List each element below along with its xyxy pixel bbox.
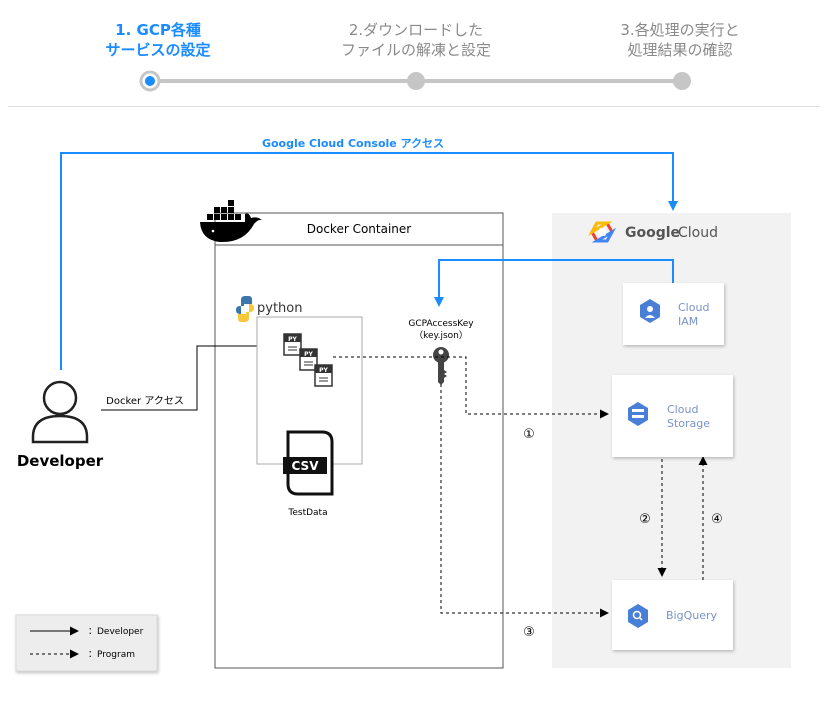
csv-file-icon: CSV	[283, 430, 334, 496]
python-label: python	[257, 301, 302, 316]
google-label: Google	[625, 225, 680, 241]
developer-label: Developer	[17, 452, 104, 470]
cloud-label: Cloud	[678, 225, 718, 241]
docker-access-label: Docker アクセス	[106, 395, 184, 407]
developer-person-icon	[31, 380, 89, 444]
svg-text:PY: PY	[288, 336, 297, 343]
key-json-label: （key.json）	[414, 330, 468, 341]
svg-text:PY: PY	[304, 351, 313, 358]
step-number-3: ③	[523, 625, 535, 640]
step-number-1: ①	[523, 427, 535, 442]
console-access-label: Google Cloud Console アクセス	[262, 137, 444, 150]
svg-text:PY: PY	[319, 367, 328, 374]
step-number-4: ④	[711, 512, 723, 527]
bigquery-label: BigQuery	[666, 609, 718, 622]
legend-program-label: ：Program	[88, 650, 135, 660]
svg-text:CSV: CSV	[292, 459, 320, 473]
gcp-access-key-label: GCPAccessKey	[408, 319, 474, 329]
legend-developer-label: ：Developer	[88, 627, 144, 637]
docker-container-label: Docker Container	[307, 222, 412, 236]
step-number-2: ②	[639, 512, 651, 527]
testdata-label: TestData	[287, 508, 327, 518]
python-file-icon: PY	[283, 333, 302, 356]
architecture-diagram: Google Cloud Docker Container Developer …	[15, 137, 791, 672]
python-file-icon: PY	[314, 364, 333, 387]
cloud-iam-card	[623, 283, 724, 345]
legend-box	[15, 614, 158, 672]
